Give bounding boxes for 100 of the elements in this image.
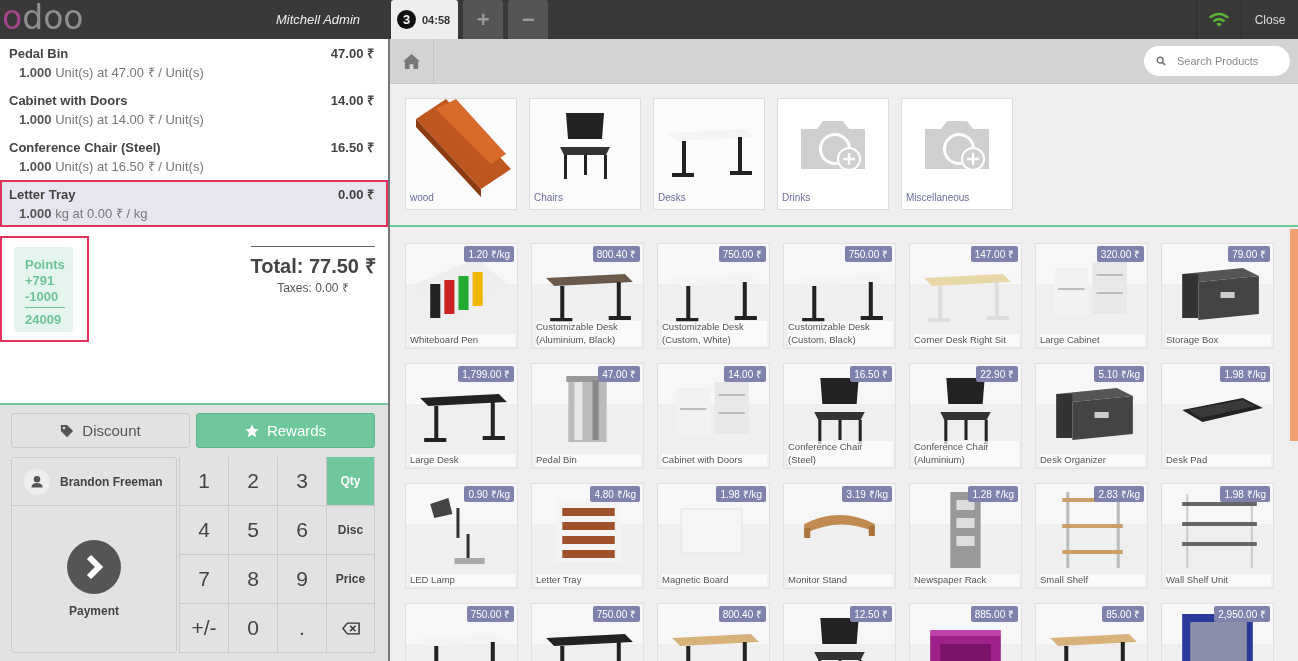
product-card[interactable]: 750.00 ₹ Customizable Desk (Custom, White) (658, 244, 769, 348)
product-card[interactable]: 1.98 ₹/kg Desk Pad (1162, 364, 1273, 468)
search-field[interactable]: Search Products (1144, 46, 1290, 76)
line-price: 14.00 ₹ (330, 93, 374, 109)
price-tag: 79.00 ₹ (1228, 246, 1270, 262)
price-tag: 2,950.00 ₹ (1214, 606, 1270, 622)
numpad-key[interactable]: 8 (228, 555, 277, 604)
price-tag: 1.28 ₹/kg (968, 486, 1018, 502)
numpad-key[interactable]: 5 (228, 506, 277, 555)
line-price: 16.50 ₹ (330, 140, 374, 156)
points-won: +791 (25, 273, 56, 288)
product-card[interactable]: 12.50 ₹ (784, 604, 895, 661)
order-line[interactable]: Cabinet with Doors 14.00 ₹ 1.000 Unit(s) at 14.00 ₹ / Unit(s) (0, 86, 388, 133)
points-total: 24009 (25, 312, 63, 327)
numpad-key[interactable]: 4 (179, 506, 228, 555)
scrollbar[interactable] (1290, 229, 1298, 441)
order-line[interactable]: Pedal Bin 47.00 ₹ 1.000 Unit(s) at 47.00 ₹ / Unit(s) (0, 39, 388, 86)
order-total: Total: 77.50 ₹ (250, 254, 376, 279)
wifi-icon (1208, 11, 1230, 28)
numpad-key[interactable]: 2 (228, 457, 277, 506)
product-card[interactable]: 79.00 ₹ Storage Box (1162, 244, 1273, 348)
price-tag: 750.00 ₹ (844, 246, 892, 262)
product-card[interactable]: 750.00 ₹ (406, 604, 517, 661)
numpad-key[interactable]: 3 (277, 457, 326, 506)
customer-button[interactable]: Brandon Freeman (12, 458, 176, 506)
price-tag: 16.50 ₹ (850, 366, 892, 382)
numpad-key[interactable]: . (277, 604, 326, 653)
price-tag: 22.90 ₹ (976, 366, 1018, 382)
person-icon (24, 468, 50, 495)
price-tag: 1.98 ₹/kg (1220, 486, 1270, 502)
category-name: Drinks (782, 192, 811, 203)
numpad-key[interactable]: 0 (228, 604, 277, 653)
product-card[interactable]: 22.90 ₹ Conference Chair (Aluminium) (910, 364, 1021, 468)
line-price: 0.00 ₹ (338, 187, 374, 203)
product-card[interactable]: 750.00 ₹ (532, 604, 643, 661)
category-tile[interactable]: Drinks (778, 99, 888, 209)
price-tag: 147.00 ₹ (970, 246, 1018, 262)
numpad-key[interactable]: 1 (179, 457, 228, 506)
price-tag: 1.20 ₹/kg (464, 246, 514, 262)
mode-key[interactable]: Disc (326, 506, 375, 555)
star-icon (244, 423, 259, 438)
product-card[interactable]: 2,950.00 ₹ (1162, 604, 1273, 661)
discount-button[interactable]: Discount (11, 413, 190, 448)
points-title: Points (25, 257, 65, 272)
price-tag: 1,799.00 ₹ (458, 366, 514, 382)
product-card[interactable]: 2.83 ₹/kg Small Shelf (1036, 484, 1147, 588)
price-tag: 47.00 ₹ (598, 366, 640, 382)
product-name: Conference Chair (Steel) (788, 441, 893, 466)
numpad-key[interactable]: +/- (179, 604, 228, 653)
numpad-key[interactable]: 6 (277, 506, 326, 555)
price-tag: 320.00 ₹ (1096, 246, 1144, 262)
product-card[interactable]: 750.00 ₹ Customizable Desk (Custom, Black) (784, 244, 895, 348)
product-card[interactable]: 800.40 ₹ Customizable Desk (Aluminium, Black) (532, 244, 643, 348)
product-card[interactable]: 4.80 ₹/kg Letter Tray (532, 484, 643, 588)
category-tile[interactable]: Chairs (530, 99, 640, 209)
product-card[interactable]: 1,799.00 ₹ Large Desk (406, 364, 517, 468)
product-card[interactable]: 16.50 ₹ Conference Chair (Steel) (784, 364, 895, 468)
logo: odoo (2, 1, 84, 34)
price-tag: 750.00 ₹ (592, 606, 640, 622)
product-card[interactable]: 3.19 ₹/kg Monitor Stand (784, 484, 895, 588)
product-name: Customizable Desk (Custom, Black) (788, 321, 893, 346)
price-tag: 3.19 ₹/kg (842, 486, 892, 502)
line-detail: 1.000 Unit(s) at 16.50 ₹ / Unit(s) (19, 159, 205, 175)
product-card[interactable]: 0.90 ₹/kg LED Lamp (406, 484, 517, 588)
category-tile[interactable]: Miscellaneous (902, 99, 1012, 209)
search-icon (1156, 56, 1166, 66)
product-card[interactable]: 5.10 ₹/kg Desk Organizer (1036, 364, 1147, 468)
product-card[interactable]: 800.40 ₹ (658, 604, 769, 661)
price-tag: 885.00 ₹ (970, 606, 1018, 622)
backspace-key[interactable] (326, 604, 375, 653)
order-taxes: Taxes: 0.00 ₹ (277, 280, 349, 296)
numpad-key[interactable]: 7 (179, 555, 228, 604)
home-icon (402, 52, 421, 70)
product-card[interactable]: 47.00 ₹ Pedal Bin (532, 364, 643, 468)
product-card[interactable]: 1.98 ₹/kg Wall Shelf Unit (1162, 484, 1273, 588)
product-card[interactable]: 85.00 ₹ (1036, 604, 1147, 661)
order-line[interactable]: Conference Chair (Steel) 16.50 ₹ 1.000 Unit(s) at 16.50 ₹ / Unit(s) (0, 133, 388, 180)
mode-key[interactable]: Price (326, 555, 375, 604)
category-tile[interactable]: Desks (654, 99, 764, 209)
product-card[interactable]: 1.28 ₹/kg Newspaper Rack (910, 484, 1021, 588)
product-name: Conference Chair (Aluminium) (914, 441, 1019, 466)
category-name: Desks (658, 192, 686, 203)
numpad-key[interactable]: 9 (277, 555, 326, 604)
product-name: Customizable Desk (Custom, White) (662, 321, 767, 346)
product-name: Cabinet with Doors (9, 93, 128, 109)
user-name: Mitchell Admin (275, 12, 360, 27)
order-tab[interactable]: 3 04:58 (391, 0, 459, 39)
price-tag: 4.80 ₹/kg (590, 486, 640, 502)
price-tag: 750.00 ₹ (466, 606, 514, 622)
product-card[interactable]: 320.00 ₹ Large Cabinet (1036, 244, 1147, 348)
price-tag: 2.83 ₹/kg (1094, 486, 1144, 502)
product-card[interactable]: 1.98 ₹/kg Magnetic Board (658, 484, 769, 588)
line-detail: 1.000 Unit(s) at 47.00 ₹ / Unit(s) (19, 65, 205, 81)
product-card[interactable]: 1.20 ₹/kg Whiteboard Pen (406, 244, 517, 348)
line-detail: 1.000 Unit(s) at 14.00 ₹ / Unit(s) (19, 112, 205, 128)
product-name: Pedal Bin (9, 46, 69, 62)
product-card[interactable]: 14.00 ₹ Cabinet with Doors (658, 364, 769, 468)
product-card[interactable]: 885.00 ₹ (910, 604, 1021, 661)
category-tile[interactable]: wood (406, 99, 516, 209)
product-card[interactable]: 147.00 ₹ Corner Desk Right Sit (910, 244, 1021, 348)
